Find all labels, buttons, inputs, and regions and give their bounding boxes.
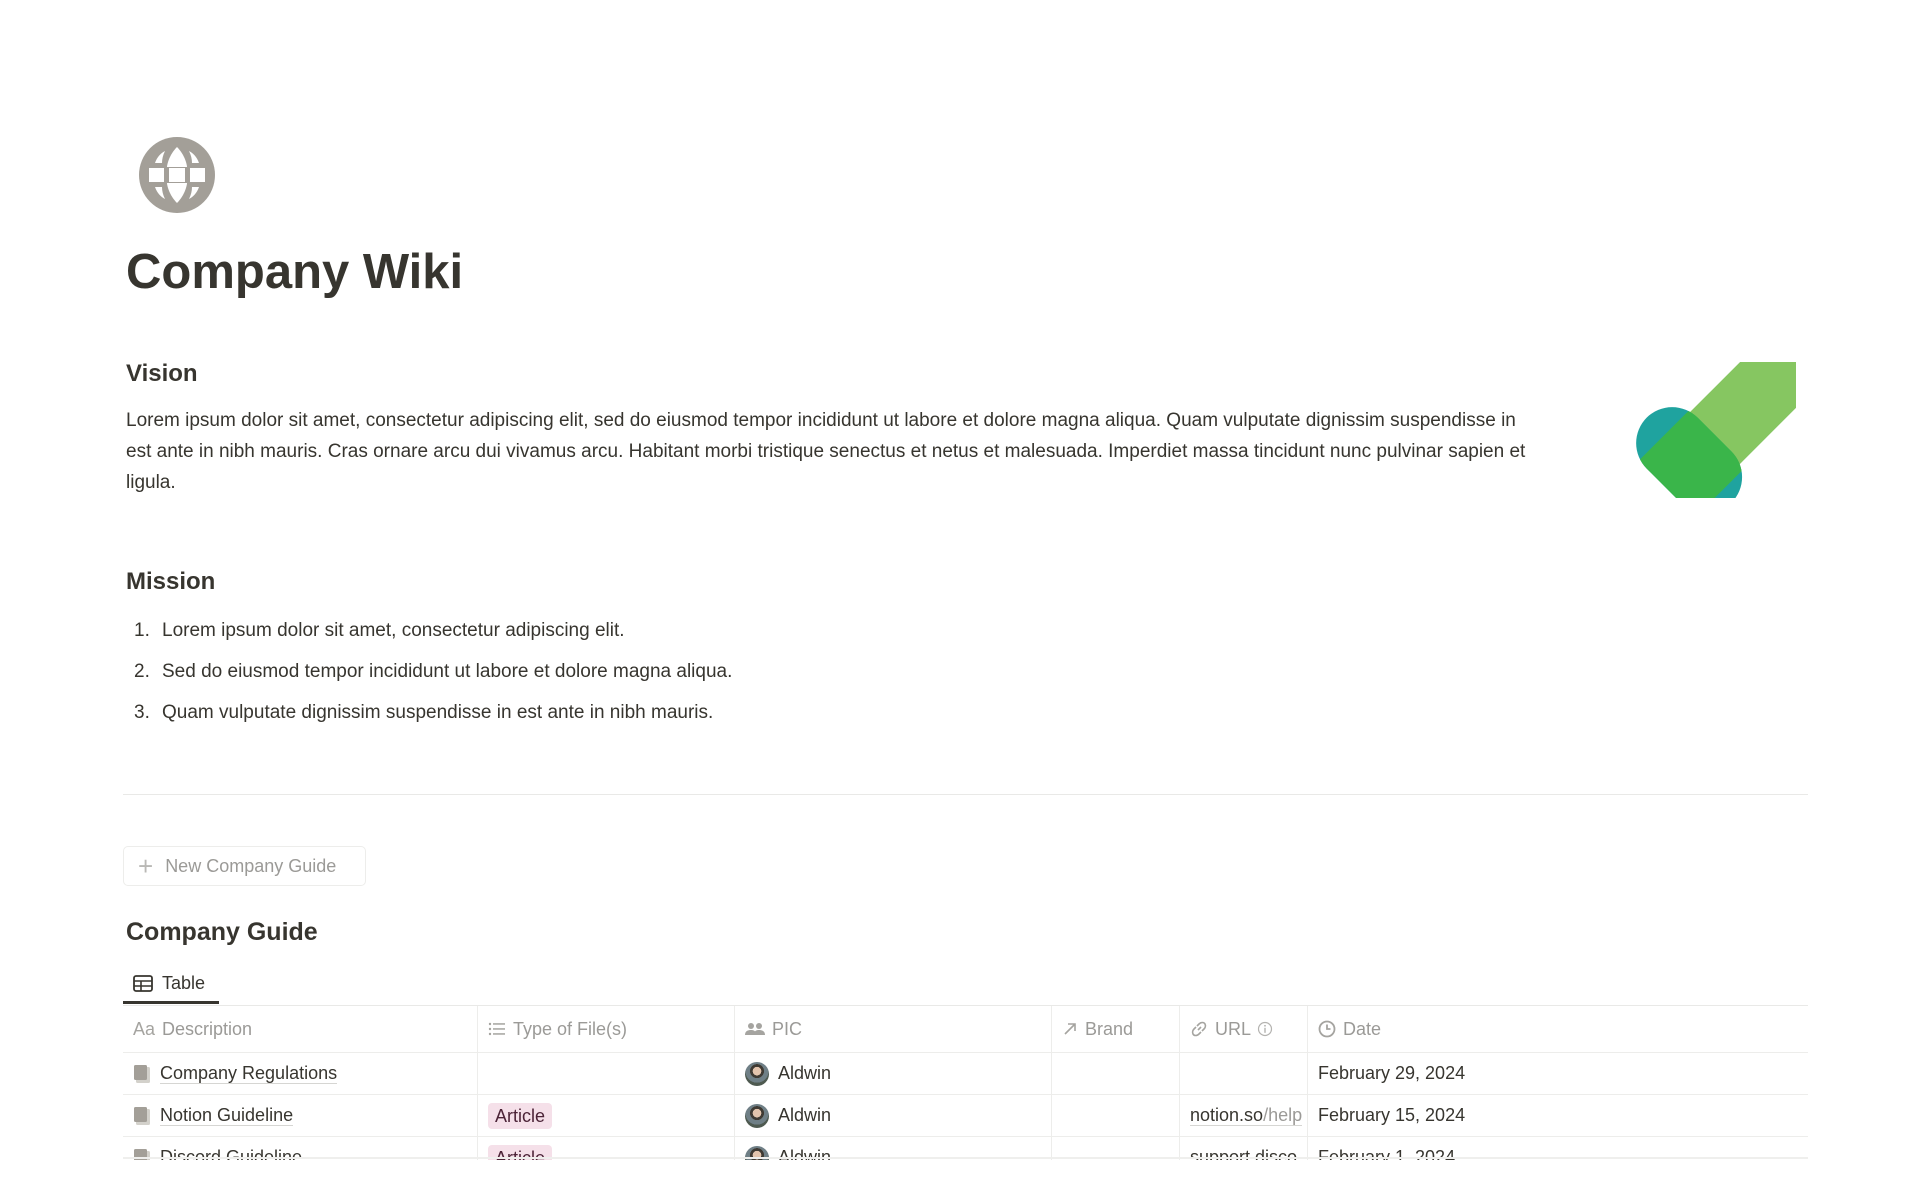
new-company-guide-label: New Company Guide: [165, 855, 337, 876]
column-label: Type of File(s): [513, 1018, 628, 1039]
info-icon[interactable]: [1257, 1021, 1273, 1037]
mission-list: 1. Lorem ipsum dolor sit amet, consectet…: [126, 610, 732, 733]
vision-heading: Vision: [126, 360, 198, 387]
url-domain: notion.so: [1190, 1104, 1264, 1125]
divider: [123, 794, 1808, 795]
tab-table-view[interactable]: Table: [123, 966, 219, 1004]
cell-type[interactable]: [478, 1053, 735, 1094]
column-header-brand[interactable]: Brand: [1052, 1006, 1180, 1052]
url-path: /help: [1263, 1104, 1303, 1125]
date-value: February 29, 2024: [1318, 1063, 1466, 1083]
table-scroll-edge: [123, 1157, 1808, 1159]
avatar: [745, 1061, 769, 1086]
company-guide-table: Aa Description Type of File(s) PIC Brand: [123, 1005, 1808, 1160]
mission-item-text: Quam vulputate dignissim suspendisse in …: [162, 702, 714, 723]
mission-item: 2. Sed do eiusmod tempor incididunt ut l…: [126, 651, 732, 692]
globe-icon[interactable]: [139, 137, 215, 213]
plus-icon: +: [138, 851, 154, 881]
column-header-pic[interactable]: PIC: [735, 1006, 1052, 1052]
table-header-row: Aa Description Type of File(s) PIC Brand: [123, 1006, 1808, 1053]
cell-description[interactable]: Notion Guideline: [123, 1095, 478, 1136]
list-number: 3.: [134, 702, 150, 723]
mission-item-text: Lorem ipsum dolor sit amet, consectetur …: [162, 620, 625, 641]
column-header-date[interactable]: Date: [1308, 1006, 1808, 1052]
relation-arrow-icon: [1062, 1021, 1078, 1037]
clock-icon: [1318, 1020, 1336, 1038]
date-value: February 15, 2024: [1318, 1105, 1466, 1125]
column-label: Description: [162, 1018, 253, 1039]
cell-url[interactable]: notion.so/help: [1180, 1095, 1308, 1136]
page-title[interactable]: Company Wiki: [126, 244, 463, 300]
column-label: URL: [1215, 1018, 1252, 1039]
mission-item-text: Sed do eiusmod tempor incididunt ut labo…: [162, 661, 733, 682]
list-number: 2.: [134, 661, 150, 682]
mission-item: 3. Quam vulputate dignissim suspendisse …: [126, 692, 732, 733]
page-icon: [134, 1106, 150, 1125]
checkmark-icon: [1624, 341, 1812, 519]
people-icon: [745, 1022, 765, 1036]
page-icon: [134, 1064, 150, 1083]
cell-pic[interactable]: Aldwin: [735, 1095, 1052, 1136]
cell-url[interactable]: [1180, 1053, 1308, 1094]
table-row[interactable]: Company Regulations Aldwin February 29, …: [123, 1053, 1808, 1095]
table-row[interactable]: Notion Guideline Article Aldwin notion.s…: [123, 1095, 1808, 1137]
column-header-url[interactable]: URL: [1180, 1006, 1308, 1052]
column-label: Date: [1343, 1018, 1382, 1039]
vision-paragraph: Lorem ipsum dolor sit amet, consectetur …: [126, 410, 1526, 493]
cell-date[interactable]: February 29, 2024: [1308, 1053, 1808, 1094]
type-tag: Article: [488, 1102, 553, 1129]
person-name: Aldwin: [778, 1063, 832, 1083]
cell-type[interactable]: Article: [478, 1095, 735, 1136]
cell-date[interactable]: February 15, 2024: [1308, 1095, 1808, 1136]
column-label: Brand: [1085, 1018, 1134, 1039]
avatar: [745, 1103, 769, 1128]
cell-pic[interactable]: Aldwin: [735, 1053, 1052, 1094]
row-title-link[interactable]: Company Regulations: [160, 1063, 338, 1085]
new-company-guide-button[interactable]: + New Company Guide: [123, 846, 366, 886]
list-icon: [488, 1022, 506, 1036]
person-name: Aldwin: [778, 1105, 832, 1125]
row-title-link[interactable]: Notion Guideline: [160, 1105, 294, 1127]
column-label: PIC: [772, 1018, 803, 1039]
cell-brand[interactable]: [1052, 1095, 1180, 1136]
text-aa-icon: Aa: [133, 1018, 156, 1039]
table-icon: [133, 975, 153, 992]
column-header-type[interactable]: Type of File(s): [478, 1006, 735, 1052]
mission-heading: Mission: [126, 568, 216, 595]
mission-item: 1. Lorem ipsum dolor sit amet, consectet…: [126, 610, 732, 651]
link-icon: [1190, 1020, 1208, 1038]
list-number: 1.: [134, 620, 150, 641]
cell-brand[interactable]: [1052, 1053, 1180, 1094]
url-link[interactable]: notion.so/help: [1190, 1104, 1303, 1127]
database-title[interactable]: Company Guide: [126, 918, 318, 947]
cell-description[interactable]: Company Regulations: [123, 1053, 478, 1094]
column-header-description[interactable]: Aa Description: [123, 1006, 478, 1052]
tab-label: Table: [162, 973, 206, 993]
